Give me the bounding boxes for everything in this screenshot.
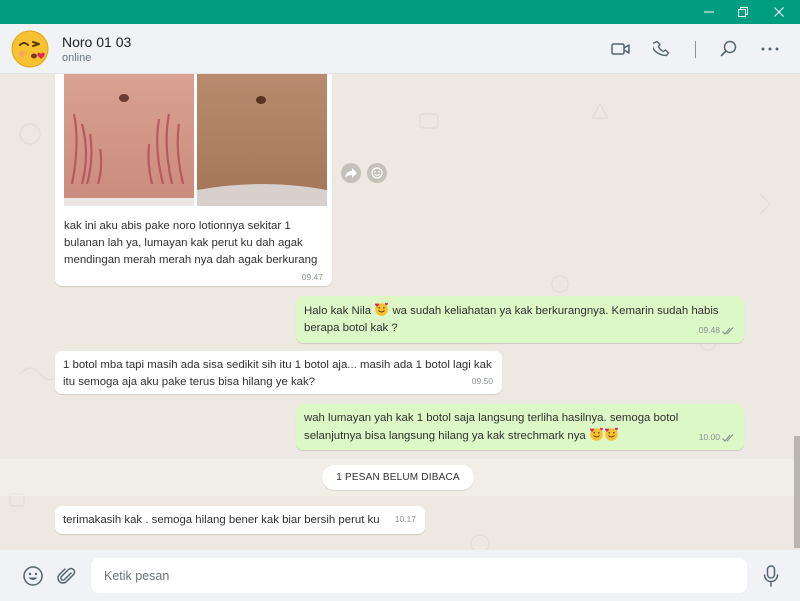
emoji-icon[interactable] <box>21 564 45 588</box>
message-text: wah lumayan yah kak 1 botol saja langsun… <box>304 412 679 442</box>
search-icon[interactable] <box>717 37 741 61</box>
message-time: 10.17 <box>394 514 416 524</box>
incoming-message[interactable]: 1 botol mba tapi masih ada sisa sedikit … <box>55 351 502 394</box>
read-ticks-icon <box>722 326 734 335</box>
chat-header: Noro 01 03 online <box>0 24 800 74</box>
message-time: 09.47 <box>301 272 323 282</box>
window-titlebar <box>0 0 800 24</box>
incoming-message[interactable]: terimakasih kak . semoga hilang bener ka… <box>55 506 425 534</box>
chat-area[interactable]: kak ini aku abis pake noro lotionnya sek… <box>0 74 800 550</box>
microphone-icon[interactable] <box>759 564 783 588</box>
smiling-face-hearts-emoji <box>375 302 389 316</box>
kissing-face-emoji <box>11 30 49 68</box>
voice-call-icon[interactable] <box>650 37 674 61</box>
forward-icon[interactable] <box>341 163 361 183</box>
message-text: kak ini aku abis pake noro lotionnya sek… <box>64 220 318 266</box>
minimize-icon[interactable] <box>692 0 726 24</box>
chat-scrollbar[interactable] <box>794 436 800 548</box>
outgoing-message[interactable]: Halo kak Nila wa sudah keliahatan ya kak… <box>296 296 744 343</box>
react-emoji-icon[interactable] <box>367 163 387 183</box>
message-text: terimakasih kak . semoga hilang bener ka… <box>63 514 380 526</box>
smiling-face-hearts-emoji <box>589 427 603 441</box>
message-text: Halo kak Nila <box>304 305 372 317</box>
message-time: 09.50 <box>471 376 493 386</box>
contact-status: online <box>62 52 92 64</box>
outgoing-message[interactable]: wah lumayan yah kak 1 botol saja langsun… <box>296 404 744 450</box>
message-input[interactable] <box>91 558 747 593</box>
restore-icon[interactable] <box>726 0 760 24</box>
after-stretch-marks-photo[interactable] <box>197 74 327 206</box>
message-composer <box>0 550 800 601</box>
avatar[interactable] <box>10 29 50 69</box>
image-message[interactable]: kak ini aku abis pake noro lotionnya sek… <box>55 74 332 286</box>
before-stretch-marks-photo[interactable] <box>64 74 194 206</box>
contact-name[interactable]: Noro 01 03 <box>62 34 131 50</box>
attach-icon[interactable] <box>55 564 79 588</box>
close-icon[interactable] <box>762 0 796 24</box>
video-call-icon[interactable] <box>609 37 633 61</box>
message-time: 09.48 <box>699 322 735 339</box>
more-options-icon[interactable] <box>758 37 782 61</box>
smiling-face-hearts-emoji <box>604 427 618 441</box>
message-text: 1 botol mba tapi masih ada sisa sedikit … <box>63 359 492 388</box>
unread-messages-divider: 1 PESAN BELUM DIBACA <box>322 465 474 490</box>
read-ticks-icon <box>722 433 734 442</box>
header-divider <box>695 41 696 58</box>
message-time: 10.00 <box>699 429 735 446</box>
